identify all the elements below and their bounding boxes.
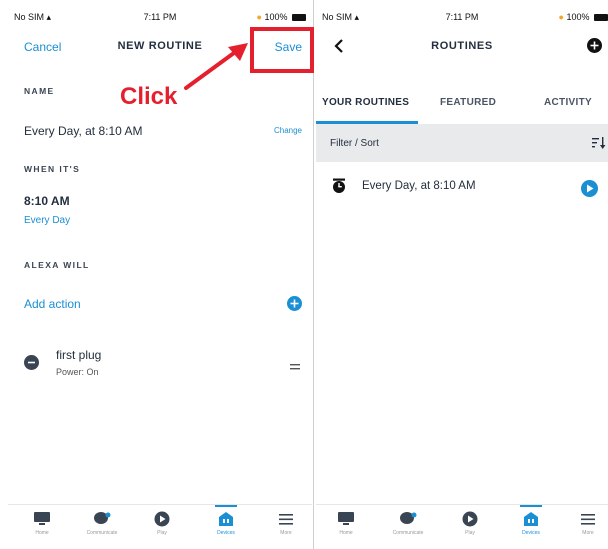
alexa-section-label: ALEXA WILL [24, 260, 90, 270]
minus-icon [28, 361, 35, 364]
play-icon [154, 511, 170, 527]
add-routine-button[interactable] [587, 38, 602, 53]
filter-sort-bar[interactable]: Filter / Sort [316, 124, 608, 162]
tab-activity[interactable]: ACTIVITY [544, 97, 592, 108]
tab-home[interactable]: Home [326, 511, 366, 547]
devices-icon [524, 512, 538, 526]
plus-icon [590, 41, 599, 50]
tab-label: More [582, 530, 594, 536]
tab-label: Communicate [392, 530, 424, 536]
tab-devices[interactable]: Devices [511, 511, 551, 547]
bottom-tab-bar: Home Communicate Play Devices More [316, 504, 608, 549]
nav-bar: ROUTINES [316, 30, 608, 62]
drag-handle-icon[interactable] [290, 358, 300, 376]
action-detail: Power: On [56, 367, 99, 377]
tab-communicate[interactable]: Communicate [82, 511, 122, 547]
tab-play[interactable]: Play [142, 511, 182, 547]
home-icon [338, 512, 354, 525]
bottom-tab-bar: Home Communicate Play Devices More [8, 504, 312, 549]
chat-bubble-icon [400, 512, 417, 524]
click-annotation: Click [120, 83, 178, 110]
charging-icon: ● [256, 12, 262, 22]
remove-action-button[interactable] [24, 355, 39, 370]
active-tab-indicator [520, 505, 542, 507]
status-bar: No SIM ▴ 7:11 PM ● 100% [316, 8, 608, 26]
when-section-label: WHEN IT'S [24, 164, 81, 174]
save-highlight-box [250, 27, 314, 73]
menu-icon [581, 514, 595, 525]
run-routine-button[interactable] [581, 180, 598, 197]
status-bar: No SIM ▴ 7:11 PM ● 100% [8, 8, 312, 26]
page-title: ROUTINES [431, 40, 493, 52]
routines-screen: No SIM ▴ 7:11 PM ● 100% ROUTINES YOUR RO… [316, 8, 608, 549]
tab-communicate[interactable]: Communicate [388, 511, 428, 547]
tab-label: Home [35, 530, 49, 536]
chat-bubble-icon [94, 512, 111, 524]
battery-percent: 100% [566, 12, 590, 22]
tab-label: Devices [522, 530, 540, 536]
tab-label: Devices [217, 530, 235, 536]
list-item[interactable]: Every Day, at 8:10 AM [316, 162, 608, 210]
active-tab-indicator [215, 505, 237, 507]
action-name[interactable]: first plug [56, 348, 101, 362]
play-icon [462, 511, 478, 527]
routine-name: Every Day, at 8:10 AM [362, 180, 476, 192]
battery-icon [292, 14, 306, 21]
routines-tabs: YOUR ROUTINES FEATURED ACTIVITY [316, 82, 608, 124]
routine-name-value: Every Day, at 8:10 AM [24, 124, 143, 138]
tab-your-routines[interactable]: YOUR ROUTINES [322, 97, 409, 108]
tab-label: Home [339, 530, 353, 536]
tab-label: Play [465, 530, 475, 536]
filter-sort-label: Filter / Sort [330, 138, 379, 149]
screen-divider [313, 0, 314, 549]
add-action-button[interactable] [287, 296, 302, 311]
tab-label: More [280, 530, 292, 536]
arrow-icon [184, 43, 248, 90]
tab-home[interactable]: Home [22, 511, 62, 547]
tab-more[interactable]: More [266, 511, 306, 547]
battery-icon [594, 14, 608, 21]
trigger-repeat[interactable]: Every Day [24, 215, 70, 226]
devices-icon [219, 512, 233, 526]
alarm-clock-icon [333, 178, 345, 193]
sort-icon [592, 137, 606, 149]
battery-percent: 100% [264, 12, 288, 22]
plus-icon [290, 299, 299, 308]
trigger-time[interactable]: 8:10 AM [24, 194, 70, 208]
tab-more[interactable]: More [568, 511, 608, 547]
tab-label: Communicate [86, 530, 118, 536]
play-icon [586, 184, 593, 193]
tab-featured[interactable]: FEATURED [440, 97, 496, 108]
tab-play[interactable]: Play [450, 511, 490, 547]
tab-label: Play [157, 530, 167, 536]
add-action-link[interactable]: Add action [24, 297, 81, 311]
tab-devices[interactable]: Devices [206, 511, 246, 547]
charging-icon: ● [558, 12, 564, 22]
change-name-link[interactable]: Change [274, 126, 302, 135]
name-section-label: NAME [24, 86, 55, 96]
home-icon [34, 512, 50, 525]
menu-icon [279, 514, 293, 525]
